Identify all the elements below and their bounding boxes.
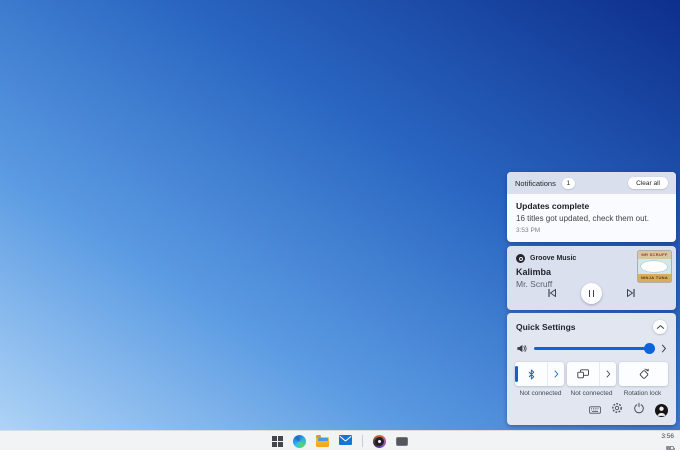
- previous-track-button[interactable]: [547, 285, 557, 303]
- rotation-lock-icon: [639, 368, 649, 379]
- clock[interactable]: 3:56: [661, 432, 674, 441]
- rotation-lock-tile-label: Rotation lock: [623, 390, 662, 397]
- volume-expand-button[interactable]: [661, 344, 667, 353]
- power-icon: [634, 402, 644, 414]
- volume-slider[interactable]: [534, 343, 656, 354]
- volume-slider-thumb[interactable]: [644, 343, 656, 354]
- chevron-right-icon: [554, 370, 558, 378]
- pause-button[interactable]: [581, 283, 602, 304]
- album-art-image: [638, 259, 671, 274]
- bluetooth-icon: [528, 369, 534, 379]
- user-icon: [657, 406, 666, 416]
- clear-all-button[interactable]: Clear all: [628, 177, 668, 189]
- media-player-card: Groove Music Kalimba Mr. Scruff MR SCRUF…: [507, 246, 676, 310]
- settings-gear-icon: [612, 403, 622, 413]
- album-art-bottom-text: NINJA TUNA: [638, 274, 671, 282]
- settings-button[interactable]: [611, 401, 623, 419]
- quick-settings-card: Quick Settings Not connected Not connect…: [507, 313, 676, 425]
- collapse-button[interactable]: [653, 320, 667, 334]
- quick-settings-header: Quick Settings: [507, 313, 676, 334]
- tile-labels: Not connected Not connected Rotation loc…: [507, 390, 676, 397]
- taskbar-icons: [272, 431, 408, 450]
- notification-message: 16 titles got updated, check them out.: [516, 214, 649, 223]
- battery-icon[interactable]: [666, 445, 675, 450]
- notification-time: 3:53 PM: [516, 227, 541, 234]
- groove-music-taskbar-icon[interactable]: [373, 434, 386, 448]
- notifications-card: Notifications 1 Clear all Updates comple…: [507, 172, 676, 242]
- taskbar: 3:56: [0, 430, 680, 450]
- bluetooth-tile-label: Not connected: [519, 390, 562, 397]
- edge-icon[interactable]: [293, 434, 306, 448]
- keyboard-icon: [589, 406, 601, 414]
- power-button[interactable]: [633, 401, 645, 419]
- keyboard-button[interactable]: [589, 401, 601, 419]
- next-track-button[interactable]: [626, 285, 636, 303]
- notification-item[interactable]: Updates complete 16 titles got updated, …: [507, 194, 676, 234]
- notifications-header: Notifications 1 Clear all: [507, 172, 676, 194]
- next-icon: [627, 288, 635, 297]
- bluetooth-expand-button[interactable]: [547, 362, 564, 386]
- cast-expand-button[interactable]: [599, 362, 616, 386]
- notification-title: Updates complete: [516, 201, 590, 211]
- taskbar-separator: [362, 435, 363, 447]
- volume-row: [507, 343, 676, 354]
- speaker-icon: [517, 344, 527, 353]
- quick-settings-title: Quick Settings: [516, 322, 576, 332]
- rotation-lock-tile[interactable]: [619, 362, 668, 386]
- media-controls: [507, 283, 676, 304]
- quick-settings-footer: [589, 401, 668, 419]
- user-avatar[interactable]: [655, 403, 668, 417]
- file-explorer-icon[interactable]: [316, 434, 329, 447]
- notifications-count-badge: 1: [561, 177, 575, 189]
- quick-settings-tiles: [507, 362, 676, 386]
- app-window-icon[interactable]: [396, 436, 408, 446]
- media-app-name: Groove Music: [530, 255, 577, 262]
- cast-tile[interactable]: [567, 362, 616, 386]
- groove-music-icon: [516, 254, 525, 263]
- mail-icon[interactable]: [339, 432, 352, 450]
- chevron-right-icon: [661, 344, 666, 353]
- album-art-top-text: MR SCRUFF: [638, 251, 671, 259]
- previous-icon: [548, 288, 556, 297]
- screen: Notifications 1 Clear all Updates comple…: [0, 0, 680, 450]
- notifications-title: Notifications: [515, 178, 556, 188]
- cast-icon: [577, 369, 589, 379]
- chevron-right-icon: [606, 370, 610, 378]
- chevron-up-icon: [656, 325, 664, 329]
- system-tray[interactable]: 3:56: [661, 432, 675, 450]
- bluetooth-tile[interactable]: [515, 362, 564, 386]
- cast-tile-label: Not connected: [570, 390, 613, 397]
- start-button[interactable]: [272, 435, 283, 447]
- volume-slider-track: [534, 347, 654, 350]
- album-art: MR SCRUFF NINJA TUNA: [638, 251, 671, 282]
